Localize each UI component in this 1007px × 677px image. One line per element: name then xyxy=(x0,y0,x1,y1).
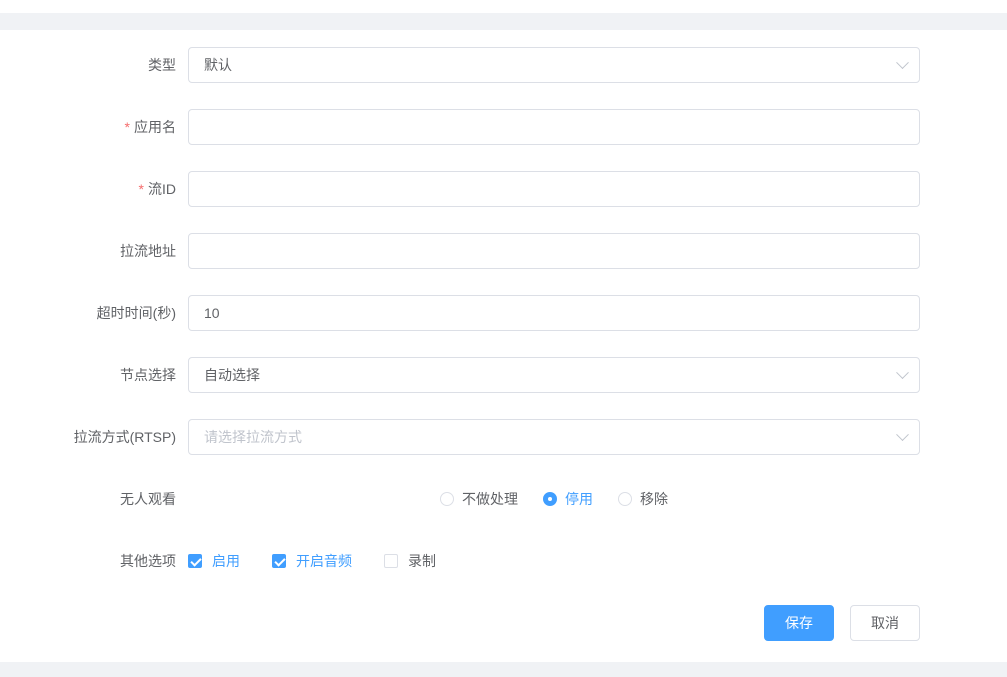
form-row-other-options: 其他选项 启用 开启音频 录制 xyxy=(0,543,1007,579)
app-name-input[interactable] xyxy=(188,109,920,145)
cancel-button[interactable]: 取消 xyxy=(850,605,920,641)
form-row-pull-mode-rtsp: 拉流方式(RTSP) 请选择拉流方式 xyxy=(0,419,1007,455)
no-viewer-label: 无人观看 xyxy=(0,481,176,517)
checkbox-enable[interactable]: 启用 xyxy=(188,551,240,571)
app-name-label: *应用名 xyxy=(0,109,176,145)
radio-remove[interactable]: 移除 xyxy=(618,489,668,509)
required-asterisk: * xyxy=(125,119,130,135)
chevron-down-icon xyxy=(896,366,909,379)
checkbox-label: 开启音频 xyxy=(296,551,352,571)
field-label-text: 无人观看 xyxy=(120,491,176,507)
radio-label: 移除 xyxy=(640,489,668,509)
type-label: 类型 xyxy=(0,47,176,83)
pull-mode-rtsp-label: 拉流方式(RTSP) xyxy=(0,419,176,455)
page-background-band-top xyxy=(0,13,1007,30)
actions-bar: 保存 取消 xyxy=(188,605,920,641)
field-label-text: 其他选项 xyxy=(120,553,176,569)
field-label-text: 类型 xyxy=(148,57,176,73)
pull-url-label: 拉流地址 xyxy=(0,233,176,269)
radio-icon xyxy=(440,492,454,506)
form-row-timeout: 超时时间(秒) xyxy=(0,295,1007,331)
checkbox-unchecked-icon xyxy=(384,554,398,568)
pull-mode-rtsp-placeholder: 请选择拉流方式 xyxy=(204,427,302,447)
type-select[interactable]: 默认 xyxy=(188,47,920,83)
timeout-input[interactable] xyxy=(188,295,920,331)
form-row-type: 类型 默认 xyxy=(0,47,1007,83)
radio-disable[interactable]: 停用 xyxy=(543,489,593,509)
form-row-stream-id: *流ID xyxy=(0,171,1007,207)
form-row-pull-url: 拉流地址 xyxy=(0,233,1007,269)
other-options-label: 其他选项 xyxy=(0,543,176,579)
type-select-value: 默认 xyxy=(204,55,232,75)
checkbox-record[interactable]: 录制 xyxy=(384,551,436,571)
field-label-text: 应用名 xyxy=(134,119,176,135)
checkbox-audio[interactable]: 开启音频 xyxy=(272,551,352,571)
other-options-checkbox-group: 启用 开启音频 录制 xyxy=(188,543,920,579)
radio-checked-icon xyxy=(543,492,557,506)
node-select-label: 节点选择 xyxy=(0,357,176,393)
chevron-down-icon xyxy=(896,428,909,441)
checkbox-label: 录制 xyxy=(408,551,436,571)
radio-label: 不做处理 xyxy=(462,489,518,509)
radio-label: 停用 xyxy=(565,489,593,509)
field-label-text: 拉流方式(RTSP) xyxy=(74,429,176,445)
checkbox-checked-icon xyxy=(272,554,286,568)
stream-id-input[interactable] xyxy=(188,171,920,207)
required-asterisk: * xyxy=(139,181,144,197)
checkbox-checked-icon xyxy=(188,554,202,568)
save-button[interactable]: 保存 xyxy=(764,605,834,641)
form-row-no-viewer: 无人观看 不做处理 停用 移除 xyxy=(0,481,1007,517)
node-select[interactable]: 自动选择 xyxy=(188,357,920,393)
radio-icon xyxy=(618,492,632,506)
field-label-text: 超时时间(秒) xyxy=(97,305,176,321)
form-row-actions: 保存 取消 xyxy=(0,605,1007,641)
pull-mode-rtsp-select[interactable]: 请选择拉流方式 xyxy=(188,419,920,455)
form-row-app-name: *应用名 xyxy=(0,109,1007,145)
radio-no-action[interactable]: 不做处理 xyxy=(440,489,518,509)
field-label-text: 拉流地址 xyxy=(120,243,176,259)
stream-config-form: 类型 默认 *应用名 *流ID 拉流地址 超时时间(秒) xyxy=(0,47,1007,667)
checkbox-label: 启用 xyxy=(212,551,240,571)
form-row-node-select: 节点选择 自动选择 xyxy=(0,357,1007,393)
stream-id-label: *流ID xyxy=(0,171,176,207)
field-label-text: 流ID xyxy=(148,181,176,197)
no-viewer-radio-group: 不做处理 停用 移除 xyxy=(188,481,920,517)
field-label-text: 节点选择 xyxy=(120,367,176,383)
pull-url-input[interactable] xyxy=(188,233,920,269)
timeout-label: 超时时间(秒) xyxy=(0,295,176,331)
chevron-down-icon xyxy=(896,56,909,69)
node-select-value: 自动选择 xyxy=(204,365,260,385)
